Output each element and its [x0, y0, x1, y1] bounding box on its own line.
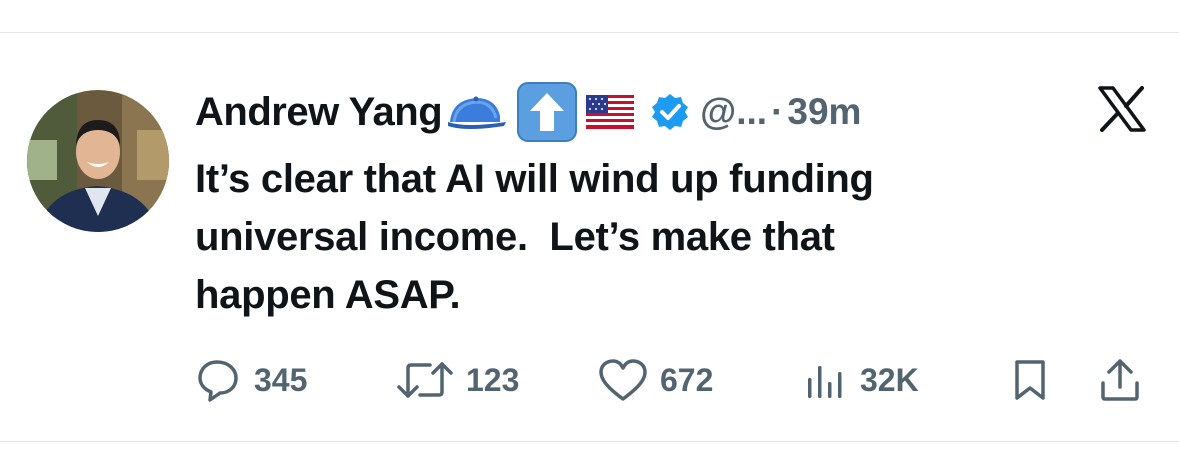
repost-button[interactable]: 123 — [396, 355, 519, 405]
avatar-image — [27, 90, 169, 232]
x-logo-icon — [1097, 86, 1147, 132]
bar-chart-icon — [808, 366, 842, 398]
repost-arrows-icon — [397, 362, 453, 398]
top-divider — [0, 32, 1179, 33]
up-arrow-emoji — [516, 81, 578, 143]
bottom-divider — [0, 441, 1179, 442]
speech-bubble-icon — [198, 360, 238, 402]
tweet-actions: 345 123 672 32K — [0, 355, 1179, 405]
author-handle[interactable]: @... — [700, 91, 767, 133]
reply-count: 345 — [254, 361, 308, 398]
avatar[interactable] — [27, 90, 169, 232]
like-count: 672 — [660, 361, 714, 398]
tweet-text: It’s clear that AI will wind up funding … — [195, 157, 874, 317]
blue-cap-emoji — [446, 92, 508, 132]
tweet-header: Andrew Yang @... · 39m — [195, 81, 861, 143]
us-flag-emoji — [586, 95, 635, 129]
heart-icon — [599, 359, 647, 401]
bookmark-icon — [1015, 360, 1045, 400]
tweet-timestamp[interactable]: 39m — [787, 91, 861, 133]
author-name[interactable]: Andrew Yang — [195, 90, 443, 135]
share-button[interactable] — [1098, 355, 1142, 405]
bookmark-button[interactable] — [1010, 355, 1050, 405]
share-upload-icon — [1101, 359, 1139, 401]
repost-count: 123 — [466, 361, 520, 398]
views-button[interactable]: 32K — [804, 355, 919, 405]
view-count: 32K — [860, 361, 919, 398]
like-button[interactable]: 672 — [598, 355, 713, 405]
verified-badge-icon[interactable] — [650, 92, 690, 132]
header-separator: · — [771, 91, 784, 132]
reply-button[interactable]: 345 — [196, 355, 307, 405]
